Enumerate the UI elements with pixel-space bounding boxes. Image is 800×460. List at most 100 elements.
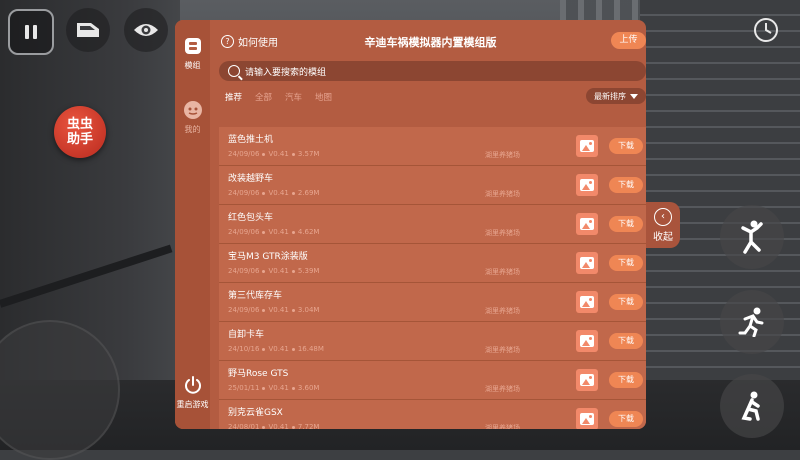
separator-dot: [262, 152, 266, 156]
mod-list-item[interactable]: 别克云雀GSX 24/08/01 V0.41 7.72M 湖里养猪场 下载: [219, 400, 646, 429]
separator-dot: [291, 152, 295, 156]
mod-author: 湖里养猪场: [485, 346, 520, 354]
jump-pose-icon: [741, 220, 763, 254]
upload-button[interactable]: 上传: [611, 32, 646, 49]
mod-list-item[interactable]: 第三代库存车 24/09/06 V0.41 3.04M 湖里养猪场 下载: [219, 283, 646, 322]
mod-version: V0.41: [268, 228, 289, 236]
sidebar-item-mods[interactable]: 模组: [175, 36, 210, 71]
mod-size: 3.57M: [297, 150, 320, 158]
separator-dot: [291, 347, 295, 351]
mod-author: 湖里养猪场: [485, 229, 520, 237]
mod-size: 7.72M: [297, 423, 320, 429]
mod-size: 3.60M: [297, 384, 320, 392]
separator-dot: [262, 347, 266, 351]
separator-dot: [291, 230, 295, 234]
download-button[interactable]: 下载: [609, 294, 643, 310]
mod-thumbnail[interactable]: [576, 330, 598, 352]
image-placeholder-icon: [580, 296, 594, 308]
mod-list-item[interactable]: 红色包头车 24/09/06 V0.41 4.62M 湖里养猪场 下载: [219, 205, 646, 244]
separator-dot: [262, 386, 266, 390]
jump-button[interactable]: [720, 205, 784, 269]
download-button[interactable]: 下载: [609, 411, 643, 427]
collapse-panel-button[interactable]: ‹ 收起: [646, 202, 680, 248]
mod-meta: 24/09/06 V0.41 3.57M: [228, 150, 319, 158]
panel-title: 辛迪车祸模拟器内置模组版: [364, 36, 497, 49]
mod-meta: 24/09/06 V0.41 2.69M: [228, 189, 319, 197]
mod-meta: 24/09/06 V0.41 4.62M: [228, 228, 319, 236]
mod-thumbnail[interactable]: [576, 369, 598, 391]
crouch-button[interactable]: [720, 374, 784, 438]
tab-recommended[interactable]: 推荐: [225, 91, 242, 105]
separator-dot: [291, 308, 295, 312]
search-input[interactable]: 请输入要搜索的模组: [219, 61, 646, 81]
mod-date: 24/10/16: [228, 345, 260, 353]
mod-name: 红色包头车: [228, 213, 274, 223]
sort-label: 最新排序: [594, 91, 626, 101]
tab-cars[interactable]: 汽车: [285, 91, 302, 105]
door-button[interactable]: [66, 8, 110, 52]
run-button[interactable]: [720, 290, 784, 354]
separator-dot: [262, 425, 266, 429]
mod-thumbnail[interactable]: [576, 135, 598, 157]
mod-thumbnail[interactable]: [576, 174, 598, 196]
mod-thumbnail[interactable]: [576, 408, 598, 429]
chongchong-assistant-button[interactable]: 虫虫 助手: [54, 106, 106, 158]
mod-size: 3.04M: [297, 306, 320, 314]
image-placeholder-icon: [580, 218, 594, 230]
separator-dot: [262, 308, 266, 312]
mod-thumbnail[interactable]: [576, 291, 598, 313]
tab-maps[interactable]: 地图: [315, 91, 332, 105]
mod-date: 24/09/06: [228, 150, 260, 158]
mod-version: V0.41: [268, 267, 289, 275]
mod-size: 5.39M: [297, 267, 320, 275]
assistant-label: 虫虫 助手: [66, 117, 93, 147]
mod-author: 湖里养猪场: [485, 385, 520, 393]
mod-list-item[interactable]: 野马Rose GTS 25/01/11 V0.41 3.60M 湖里养猪场 下载: [219, 361, 646, 400]
download-button[interactable]: 下载: [609, 333, 643, 349]
search-placeholder: 请输入要搜索的模组: [245, 67, 327, 78]
download-button[interactable]: 下载: [609, 216, 643, 232]
mod-box-icon: [183, 36, 203, 56]
mod-list-item[interactable]: 改装越野车 24/09/06 V0.41 2.69M 湖里养猪场 下载: [219, 166, 646, 205]
pause-button[interactable]: [8, 9, 54, 55]
download-button[interactable]: 下载: [609, 177, 643, 193]
search-icon: [228, 65, 240, 77]
eye-icon: [134, 24, 158, 36]
mod-thumbnail[interactable]: [576, 252, 598, 274]
mod-list-item[interactable]: 自卸卡车 24/10/16 V0.41 16.48M 湖里养猪场 下载: [219, 322, 646, 361]
caret-down-icon: [630, 93, 638, 99]
separator-dot: [291, 269, 295, 273]
mod-author: 湖里养猪场: [485, 307, 520, 315]
mod-date: 24/09/06: [228, 267, 260, 275]
sidebar-item-mine[interactable]: 我的: [175, 100, 210, 135]
mod-list-item[interactable]: 宝马M3 GTR涂装版 24/09/06 V0.41 5.39M 湖里养猪场 下…: [219, 244, 646, 283]
mod-meta: 24/09/06 V0.41 3.04M: [228, 306, 319, 314]
mod-meta: 24/10/16 V0.41 16.48M: [228, 345, 324, 353]
mod-list-item[interactable]: 蓝色推土机 24/09/06 V0.41 3.57M 湖里养猪场 下载: [219, 127, 646, 166]
sidebar-item-restart[interactable]: 重启游戏: [175, 375, 210, 410]
mod-size: 4.62M: [297, 228, 320, 236]
collapse-label: 收起: [653, 231, 673, 243]
time-button[interactable]: [748, 12, 784, 48]
camera-view-button[interactable]: [124, 8, 168, 52]
sort-dropdown[interactable]: 最新排序: [586, 88, 646, 104]
mod-version: V0.41: [268, 306, 289, 314]
separator-dot: [291, 191, 295, 195]
mod-version: V0.41: [268, 423, 289, 429]
download-button[interactable]: 下载: [609, 138, 643, 154]
mod-size: 2.69M: [297, 189, 320, 197]
mod-thumbnail[interactable]: [576, 213, 598, 235]
mod-author: 湖里养猪场: [485, 424, 520, 429]
panel-main: ? 如何使用 辛迪车祸模拟器内置模组版 上传 请输入要搜索的模组 推荐 全部 汽…: [215, 20, 646, 429]
pause-icon-bar: [33, 25, 37, 39]
panel-header: ? 如何使用 辛迪车祸模拟器内置模组版 上传: [215, 32, 646, 52]
mod-name: 改装越野车: [228, 174, 274, 184]
download-button[interactable]: 下载: [609, 255, 643, 271]
mod-name: 别克云雀GSX: [228, 408, 283, 418]
tab-all[interactable]: 全部: [255, 91, 272, 105]
image-placeholder-icon: [580, 413, 594, 425]
download-button[interactable]: 下载: [609, 372, 643, 388]
separator-dot: [262, 230, 266, 234]
image-placeholder-icon: [580, 257, 594, 269]
category-tabs: 推荐 全部 汽车 地图: [225, 91, 332, 105]
